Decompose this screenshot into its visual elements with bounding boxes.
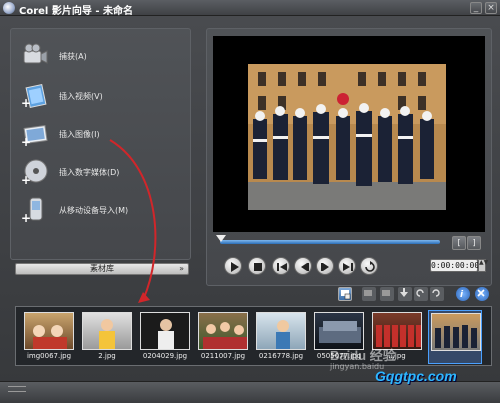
step-forward-icon [321,263,329,271]
thumbnail-image [198,312,248,350]
skip-end-icon [343,263,353,271]
thumbnail-caption: 0211007.jpg [200,352,246,360]
insert-video-icon: + [21,83,47,110]
skip-start-icon [277,263,287,271]
timeline-scrubber[interactable] [220,240,440,244]
filmstrip-item-selected[interactable] [428,310,482,364]
end-button[interactable] [338,257,356,275]
mark-out-button[interactable]: ] [467,236,481,250]
title-bar: Corel 影片向导 - 未命名 _ × [0,0,500,17]
timecode-spinner[interactable]: ▲▼ [478,259,488,272]
film-edit-icon [364,290,372,296]
storyboard-icon [341,290,351,300]
filmstrip-item[interactable]: img0067.jpg [22,310,76,364]
mark-in-button[interactable]: [ [452,236,466,250]
home-button[interactable] [272,257,290,275]
capture-panel: 捕获(A) + 插入视频(V) + 插入图像(I) + 插入数字媒体(D) + … [10,28,191,260]
chevron-icon: » [179,264,184,273]
status-bar [0,381,500,403]
insert-image-button[interactable]: + 插入图像(I) [19,119,189,151]
filmstrip-item[interactable]: 2.jpg [80,310,134,364]
timecode-field[interactable]: 0:00:00:00 [430,259,479,272]
insert-digital-media-label: 插入数字媒体(D) [59,168,120,177]
filmstrip-item[interactable]: 0216778.jpg [254,310,308,364]
stop-icon [254,263,262,271]
storyboard-view-button[interactable] [338,287,352,301]
svg-text:+: + [21,135,31,149]
thumbnail-caption: img0067.jpg [26,352,72,360]
thumbnail-caption: 0216778.jpg [258,352,304,360]
import-mobile-button[interactable]: + 从移动设备导入(M) [19,195,189,227]
mobile-device-icon: + [21,197,43,225]
repeat-button[interactable] [360,257,378,275]
close-button[interactable]: × [485,2,497,14]
info-icon: i [460,290,464,300]
rotate-left-icon [416,289,424,297]
scrubber-handle[interactable] [216,235,226,242]
step-back-icon [301,263,309,271]
rotate-left-button[interactable] [414,287,428,301]
library-label: 素材库 [90,264,114,273]
svg-text:+: + [21,96,31,110]
camcorder-icon [23,43,48,64]
site-watermark: Gqgtpc.com [375,368,457,384]
delete-button[interactable] [475,287,489,301]
insert-image-label: 插入图像(I) [59,130,100,139]
thumbnail-image [82,312,132,350]
thumbnail-caption: 0204029.jpg [142,352,188,360]
preview-video-frame [248,64,446,210]
insert-disc-icon: + [21,159,48,187]
minimize-button[interactable]: _ [470,2,482,14]
library-toggle-bar[interactable]: 素材库 » [15,263,189,275]
filmstrip-item[interactable]: 0204029.jpg [138,310,192,364]
media-filmstrip: img0067.jpg 2.jpg 0204029.jpg 0211007.jp… [15,306,492,366]
play-button[interactable] [224,257,242,275]
thumbnail-caption: 2.jpg [98,352,116,360]
stop-button[interactable] [248,257,266,275]
capture-button[interactable]: 捕获(A) [19,41,189,73]
svg-text:+: + [21,211,31,225]
insert-video-button[interactable]: + 插入视频(V) [19,81,189,113]
thumbnail-image [431,313,481,351]
rotate-right-button[interactable] [430,287,444,301]
insert-video-label: 插入视频(V) [59,92,103,101]
info-button[interactable]: i [456,287,470,301]
close-icon [477,289,485,297]
repeat-icon [365,261,375,272]
svg-text:+: + [21,173,31,187]
trim-icon [382,290,390,296]
rotate-right-icon [432,289,440,297]
capture-label: 捕获(A) [59,52,87,61]
filmstrip-item[interactable]: 0211007.jpg [196,310,250,364]
trim-button[interactable] [380,287,394,301]
edit-button[interactable] [362,287,376,301]
insert-image-icon: + [21,124,48,149]
insert-digital-media-button[interactable]: + 插入数字媒体(D) [19,157,189,189]
thumbnail-image [256,312,306,350]
thumbnail-image [140,312,190,350]
import-to-timeline-button[interactable] [398,287,412,301]
import-mobile-label: 从移动设备导入(M) [59,206,129,215]
next-frame-button[interactable] [316,257,334,275]
grip-icon[interactable] [8,386,26,392]
corel-logo-icon [3,2,15,14]
play-icon [231,262,239,272]
download-icon [400,288,408,297]
thumbnail-image [24,312,74,350]
window-title: Corel 影片向导 - 未命名 [19,6,133,17]
previous-frame-button[interactable] [294,257,312,275]
svg-text:i: i [460,290,464,299]
app-window: Corel 影片向导 - 未命名 _ × 捕获(A) + 插入视频(V) + 插… [0,0,500,403]
